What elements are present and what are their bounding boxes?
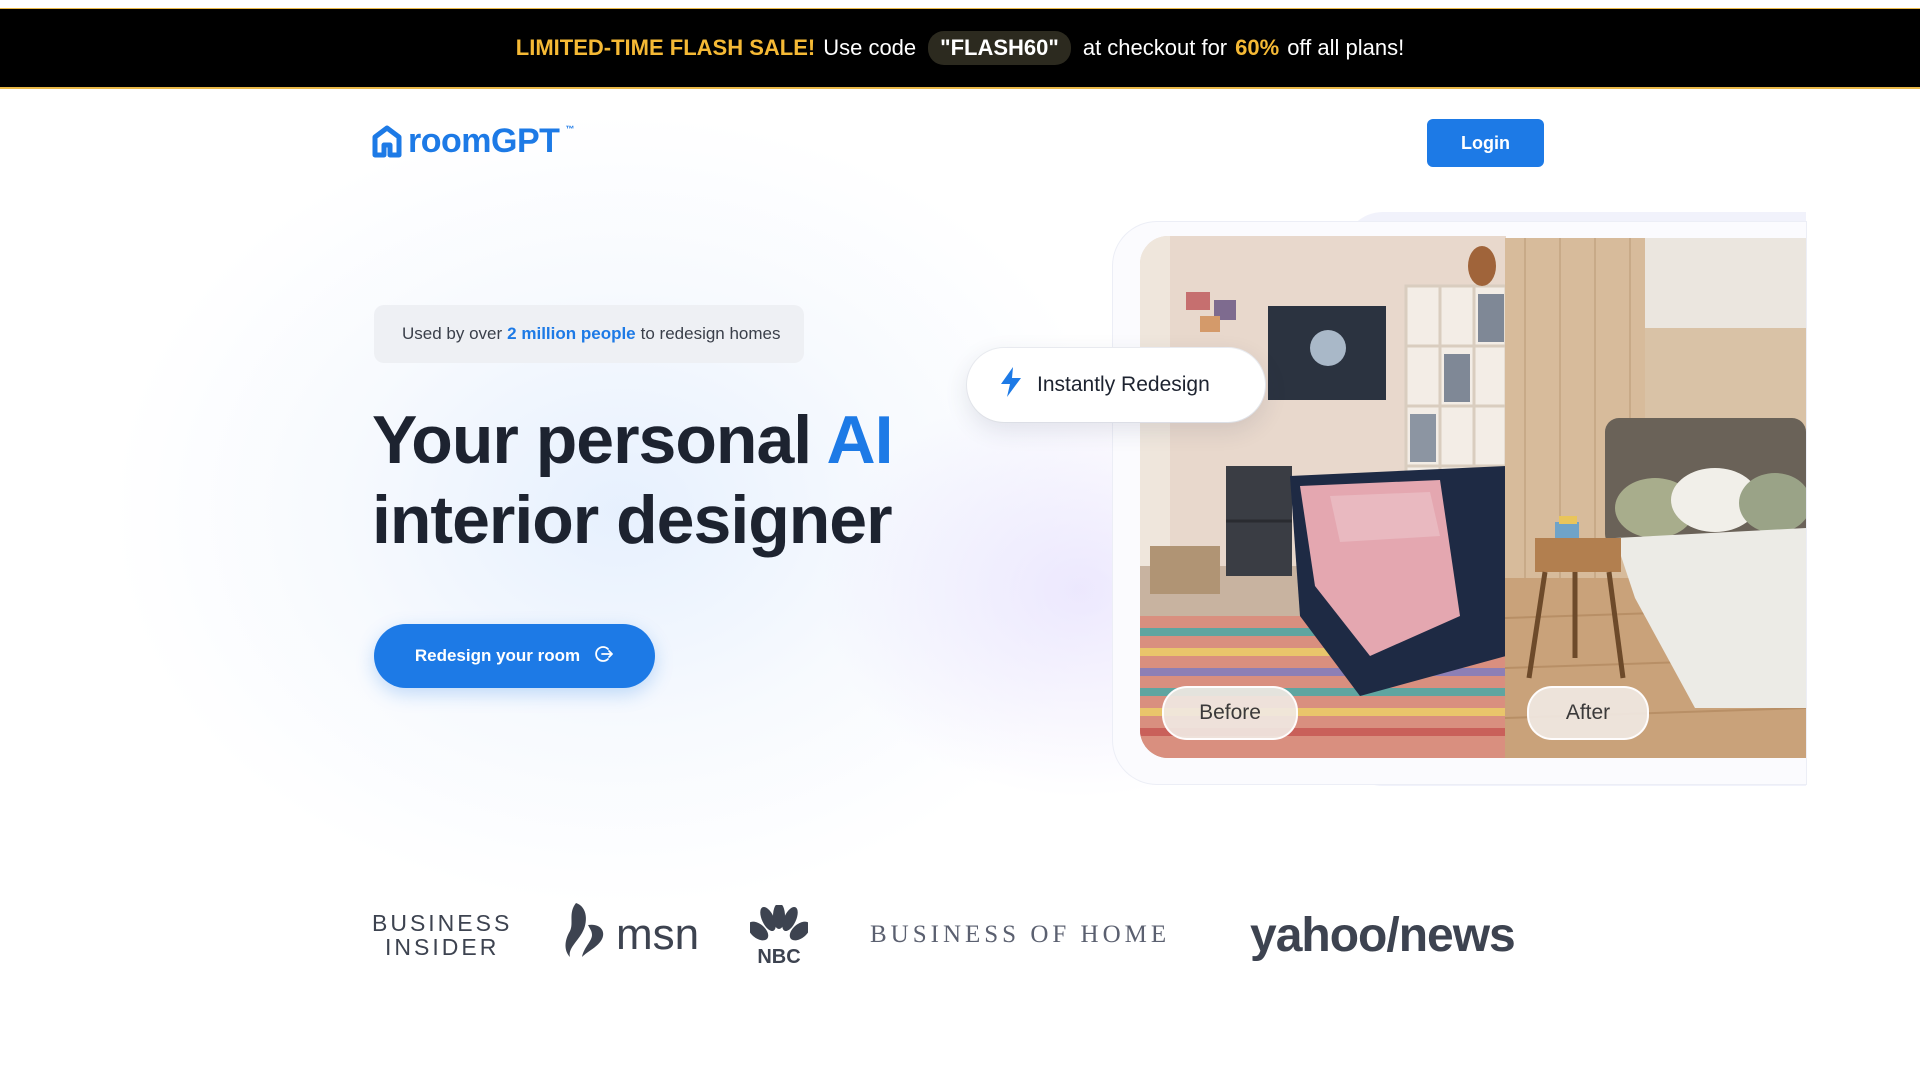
lightning-bolt-icon (999, 366, 1023, 404)
headline-part2: interior designer (372, 482, 893, 558)
promo-tail-text: off all plans! (1287, 35, 1405, 60)
usage-badge-suffix: to redesign homes (640, 324, 781, 343)
butterfly-icon (562, 901, 608, 970)
before-room-image (1140, 236, 1506, 758)
redesign-room-button[interactable]: Redesign your room (374, 624, 655, 688)
nbc-logo: NBC (747, 900, 811, 970)
business-insider-line1: BUSINESS (372, 910, 513, 936)
promo-checkout-text: at checkout for (1082, 35, 1228, 60)
logo-text: roomGPT (408, 121, 560, 160)
after-label: After (1527, 686, 1649, 740)
yahoo-news-logo: yahoo/news (1250, 908, 1516, 962)
headline-ai: AI (826, 402, 894, 478)
instant-redesign-label: Instantly Redesign (1037, 373, 1210, 396)
logo[interactable]: roomGPT ™ (372, 120, 574, 162)
promo-code: "FLASH60" (928, 31, 1071, 65)
instant-redesign-chip: Instantly Redesign (967, 348, 1265, 422)
house-icon (372, 124, 402, 158)
page: LIMITED-TIME FLASH SALE! Use code "FLASH… (0, 0, 1920, 1080)
logo-trademark: ™ (565, 124, 574, 134)
usage-badge: Used by over 2 million people to redesig… (374, 305, 804, 363)
peacock-icon (747, 902, 811, 950)
promo-banner: LIMITED-TIME FLASH SALE! Use code "FLASH… (0, 8, 1920, 89)
business-of-home-logo: BUSINESS OF HOME (870, 921, 1171, 948)
promo-sale-label: LIMITED-TIME FLASH SALE! (515, 35, 816, 60)
headline-part1: Your personal (372, 402, 812, 478)
msn-text: msn (616, 910, 700, 959)
promo-use-code-text: Use code (823, 35, 917, 60)
arrow-circle-icon (594, 644, 614, 669)
business-insider-line2: INSIDER (385, 934, 500, 960)
msn-logo: msn (562, 900, 699, 970)
after-room-image (1505, 238, 1806, 758)
business-insider-logo: BUSINESS INSIDER (372, 900, 512, 970)
redesign-room-label: Redesign your room (414, 646, 581, 665)
usage-badge-prefix: Used by over (402, 324, 503, 343)
hero-headline: Your personal AI interior designer (372, 400, 932, 560)
nbc-text: NBC (757, 945, 801, 968)
usage-badge-highlight: 2 million people (507, 324, 636, 343)
before-label: Before (1162, 686, 1298, 740)
login-button[interactable]: Login (1427, 119, 1544, 167)
promo-discount: 60% (1235, 35, 1280, 60)
